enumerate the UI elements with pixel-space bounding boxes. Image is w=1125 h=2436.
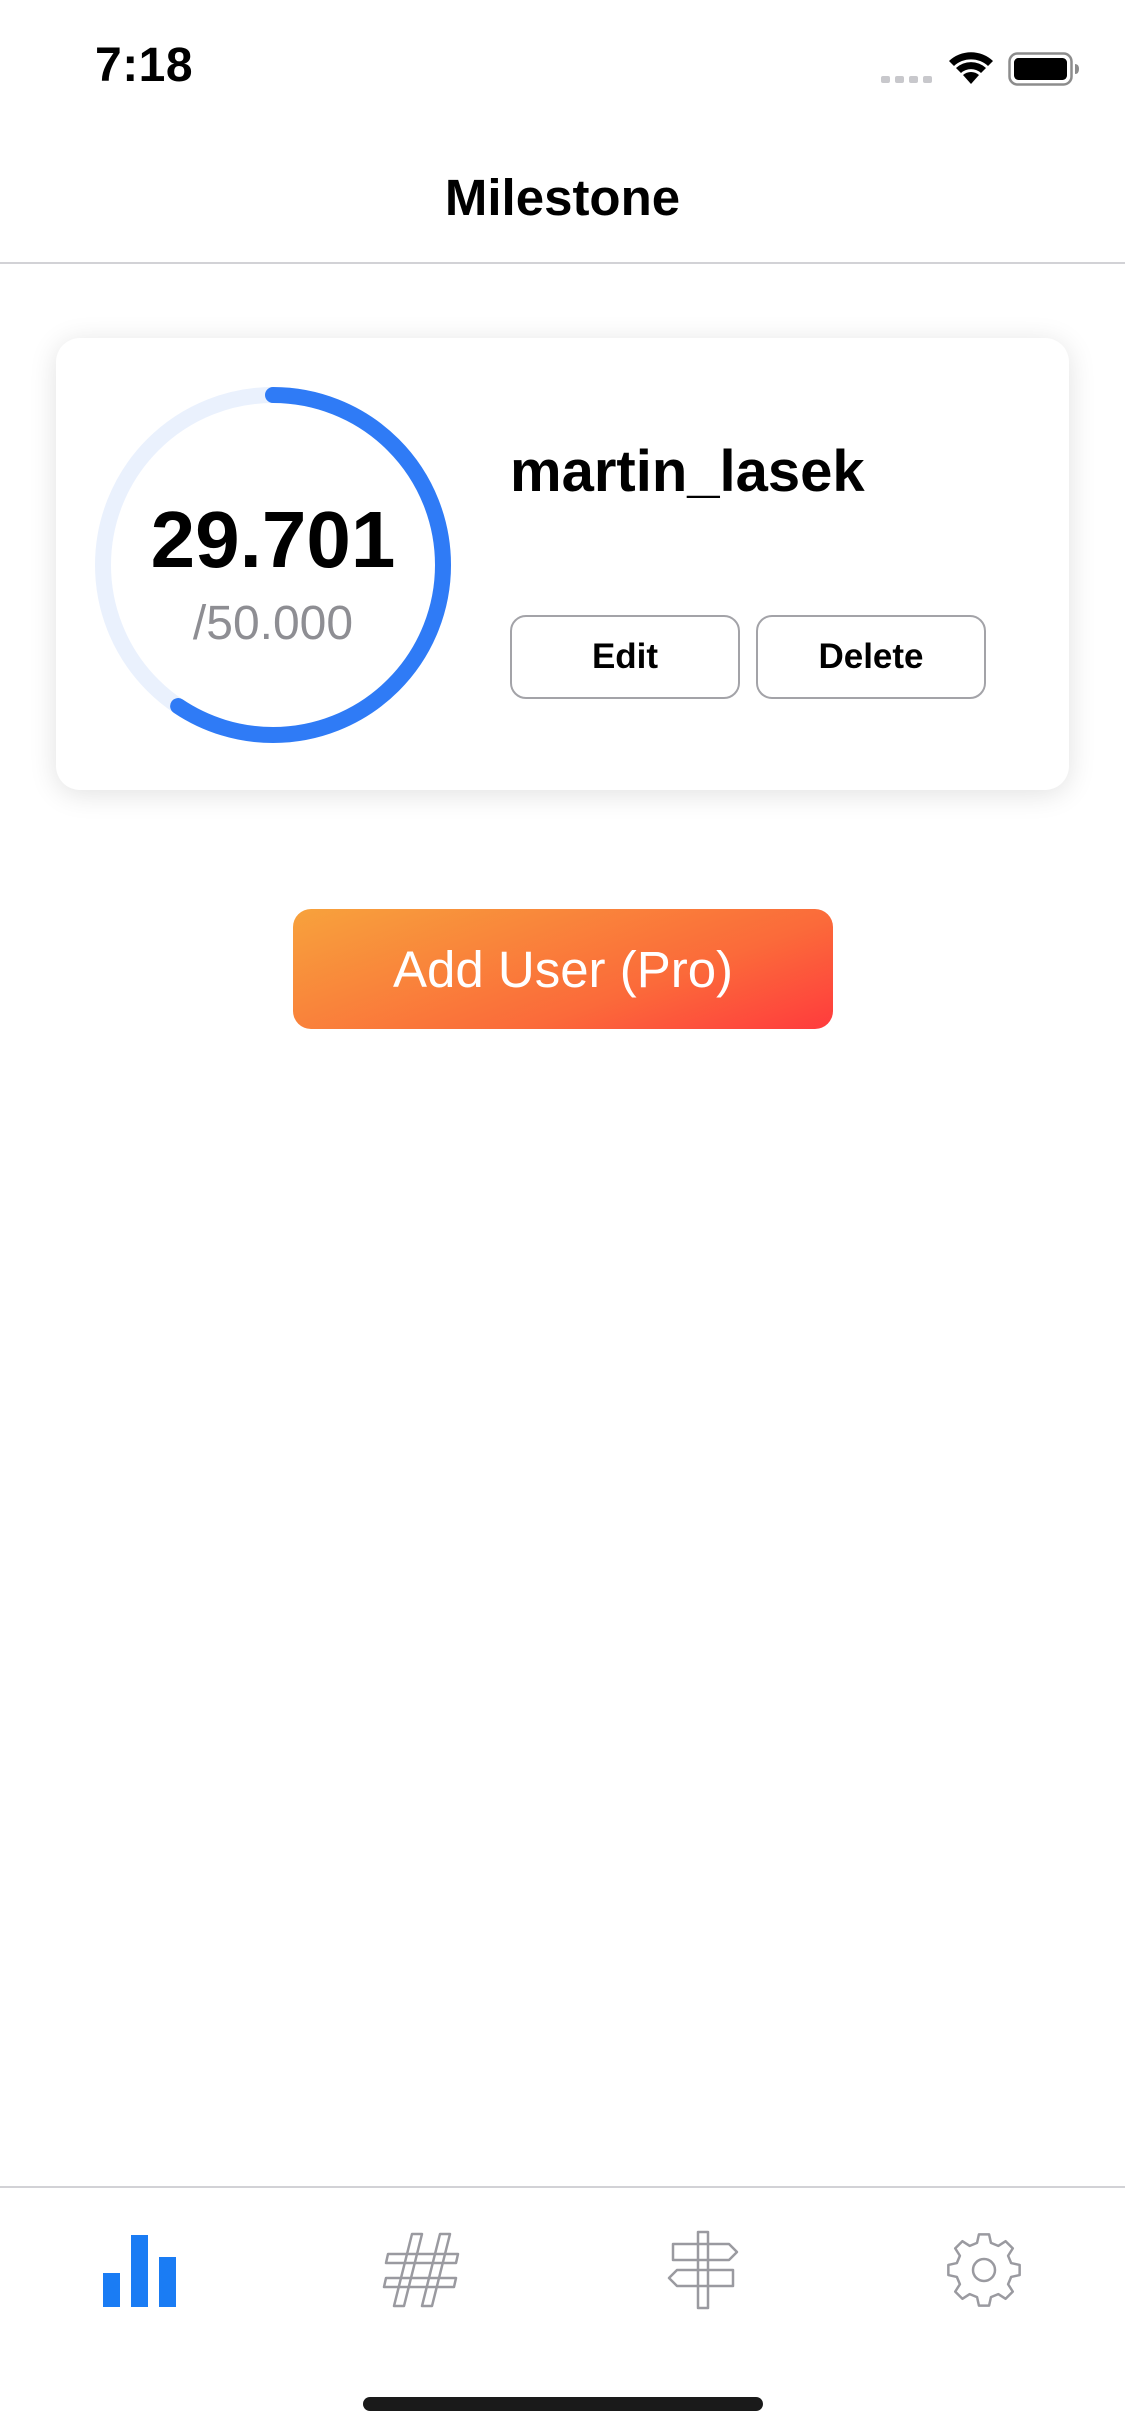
edit-button[interactable]: Edit [510,615,740,699]
delete-button[interactable]: Delete [756,615,986,699]
progress-value: 29.701 [150,495,396,584]
home-indicator [363,2397,763,2411]
navigation-bar: Milestone [0,132,1125,264]
username: martin_lasek [510,439,865,504]
tab-stats[interactable] [90,2220,190,2320]
cellular-signal-icon [881,76,932,83]
page-title: Milestone [444,169,681,226]
tab-settings[interactable] [934,2220,1034,2320]
gear-icon [947,2233,1021,2307]
status-time: 7:18 [95,39,194,92]
wifi-icon [949,52,993,84]
tab-milestones[interactable] [653,2220,753,2320]
milestone-card: 29.701 /50.000 martin_lasek Edit Delete [56,338,1069,790]
progress-goal: /50.000 [192,597,354,650]
status-bar: 7:18 [0,0,1125,132]
hashtag-icon [382,2232,460,2308]
bar-chart-icon [103,2235,176,2307]
tab-hashtags[interactable] [372,2220,472,2320]
add-user-button[interactable]: Add User (Pro) [293,909,833,1029]
battery-icon [1008,52,1079,86]
milestone-screen: 7:18 Milestone 29.701 /50.000 martin_las [0,0,1125,2436]
signpost-icon [667,2230,739,2310]
